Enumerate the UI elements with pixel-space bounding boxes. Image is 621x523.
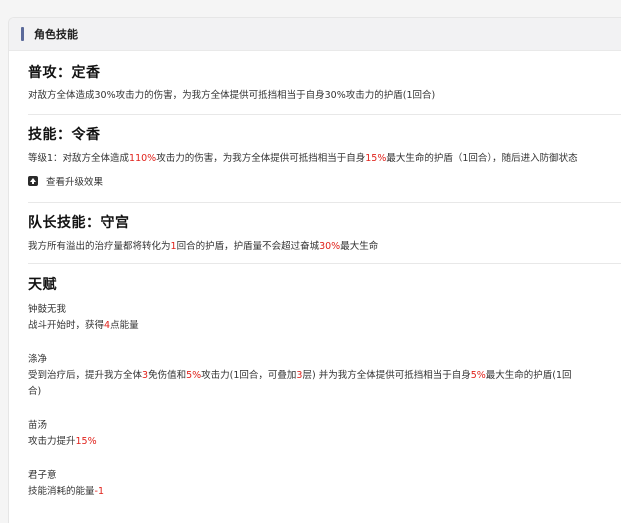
talent-item: 苗汤 攻击力提升15%: [28, 418, 621, 450]
talent-desc-continuation: 合): [28, 386, 42, 397]
leader-skill-desc: 我方所有溢出的治疗量都将转化为1回合的护盾，护盾量不会超过奋城30%最大生命: [28, 241, 379, 252]
talent-desc: 战斗开始时，获得4点能量: [28, 320, 139, 331]
header-accent-bar: [21, 27, 24, 41]
skill-title: 技能：令香: [28, 127, 101, 143]
skill-section: 技能：令香 等级1：对敌方全体造成110%攻击力的伤害，为我方全体提供可抵挡相当…: [28, 124, 621, 188]
talent-name: 君子意: [28, 470, 57, 481]
talent-item: 钟鼓无我 战斗开始时，获得4点能量: [28, 302, 621, 334]
normal-attack-desc: 对敌方全体造成30%攻击力的伤害，为我方全体提供可抵挡相当于自身30%攻击力的护…: [28, 90, 436, 101]
arrow-up-icon: [28, 176, 38, 186]
skill-desc: 等级1：对敌方全体造成110%攻击力的伤害，为我方全体提供可抵挡相当于自身15%…: [28, 153, 578, 164]
talent-desc: 受到治疗后，提升我方全体3免伤值和5%攻击力(1回合，可叠加3层) 并为我方全体…: [28, 370, 572, 381]
leader-skill-title: 队长技能：守宫: [28, 215, 130, 231]
talent-name: 涤净: [28, 354, 48, 365]
view-upgrade-button[interactable]: 查看升级效果: [28, 174, 621, 188]
talent-name: 钟鼓无我: [28, 304, 67, 315]
talent-desc: 攻击力提升15%: [28, 436, 97, 447]
card-header: 角色技能: [9, 18, 621, 51]
talent-name: 苗汤: [28, 420, 48, 431]
divider: [28, 263, 621, 264]
talent-section: 天赋 钟鼓无我 战斗开始时，获得4点能量 涤净 受到治疗后，提升我方全体3免伤值…: [28, 274, 621, 500]
talent-desc: 技能消耗的能量-1: [28, 486, 104, 497]
talent-title: 天赋: [28, 277, 57, 293]
normal-attack-section: 普攻：定香 对敌方全体造成30%攻击力的伤害，为我方全体提供可抵挡相当于自身30…: [28, 62, 621, 104]
divider: [28, 202, 621, 203]
talent-item: 涤净 受到治疗后，提升我方全体3免伤值和5%攻击力(1回合，可叠加3层) 并为我…: [28, 352, 621, 400]
normal-attack-title: 普攻：定香: [28, 65, 101, 81]
leader-skill-section: 队长技能：守宫 我方所有溢出的治疗量都将转化为1回合的护盾，护盾量不会超过奋城3…: [28, 212, 621, 255]
divider: [28, 114, 621, 115]
talent-item: 君子意 技能消耗的能量-1: [28, 468, 621, 500]
card-title: 角色技能: [34, 28, 78, 41]
skills-card: 角色技能 普攻：定香 对敌方全体造成30%攻击力的伤害，为我方全体提供可抵挡相当…: [8, 17, 621, 523]
view-upgrade-label: 查看升级效果: [46, 177, 104, 188]
